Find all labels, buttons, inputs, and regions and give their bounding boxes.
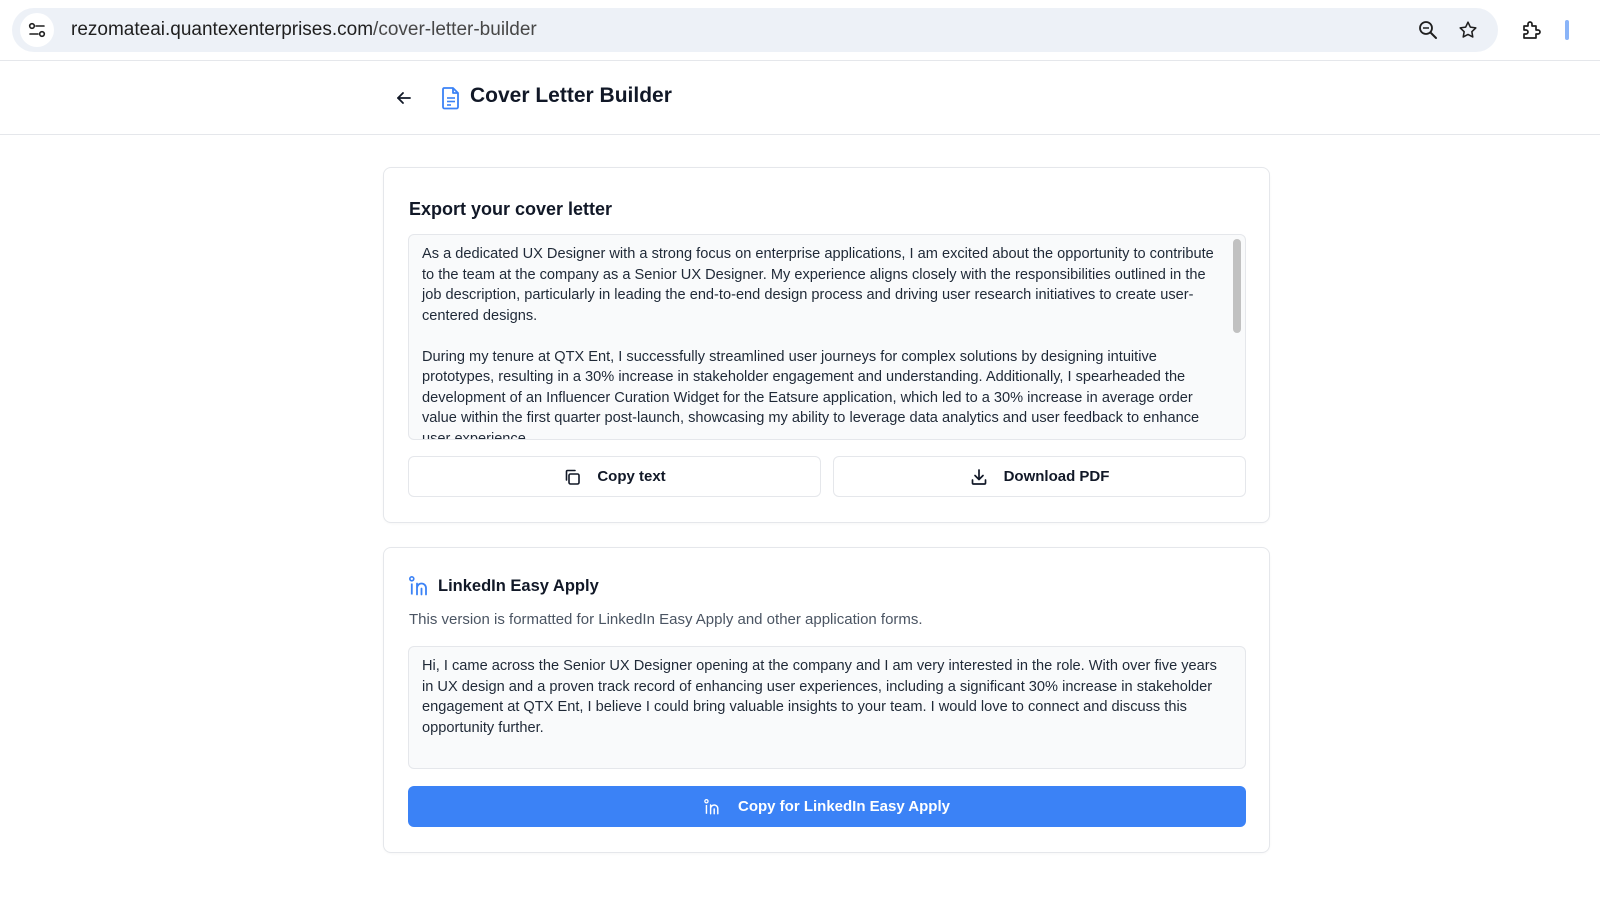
export-title: Export your cover letter [409,199,613,219]
textarea-scrollbar[interactable] [1233,239,1241,333]
linkedin-description: This version is formatted for LinkedIn E… [409,611,923,628]
copy-icon [566,469,581,485]
linkedin-icon [408,575,431,596]
browser-toolbar: rezomateai.quantexenterprises.com/cover-… [0,0,1600,61]
linkedin-title: LinkedIn Easy Apply [438,577,599,595]
cover-letter-textarea[interactable]: As a dedicated UX Designer with a strong… [408,234,1246,440]
back-button[interactable] [391,86,417,110]
zoom-icon[interactable] [1414,16,1442,44]
star-icon[interactable] [1454,16,1482,44]
url-text[interactable]: rezomateai.quantexenterprises.com/cover-… [71,8,537,52]
copy-linkedin-label: Copy for LinkedIn Easy Apply [738,798,950,815]
copy-linkedin-button[interactable]: Copy for LinkedIn Easy Apply [408,786,1246,827]
url-host: rezomateai.quantexenterprises.com [71,19,374,40]
download-pdf-label: Download PDF [1003,468,1110,485]
app-header: Cover Letter Builder [0,61,1600,135]
download-pdf-button[interactable]: Download PDF [833,456,1246,497]
back-arrow-icon [397,92,411,104]
profile-avatar[interactable] [1565,20,1569,40]
download-icon [971,468,986,485]
document-icon [440,86,462,110]
url-path: /cover-letter-builder [373,19,537,40]
address-bar[interactable]: rezomateai.quantexenterprises.com/cover-… [12,8,1498,52]
linkedin-icon [704,798,719,815]
letter-paragraph: As a dedicated UX Designer with a strong… [422,246,1218,324]
linkedin-message-textarea[interactable]: Hi, I came across the Senior UX Designer… [408,646,1246,769]
extensions-icon[interactable] [1518,16,1546,44]
linkedin-card: LinkedIn Easy Apply This version is form… [383,547,1270,853]
copy-text-label: Copy text [597,468,666,485]
page-title: Cover Letter Builder [470,84,672,107]
copy-text-button[interactable]: Copy text [408,456,821,497]
letter-paragraph: During my tenure at QTX Ent, I successfu… [422,348,1204,440]
export-card: Export your cover letter As a dedicated … [383,167,1270,523]
linkedin-message: Hi, I came across the Senior UX Designer… [422,658,1221,736]
tune-icon[interactable] [20,13,54,47]
